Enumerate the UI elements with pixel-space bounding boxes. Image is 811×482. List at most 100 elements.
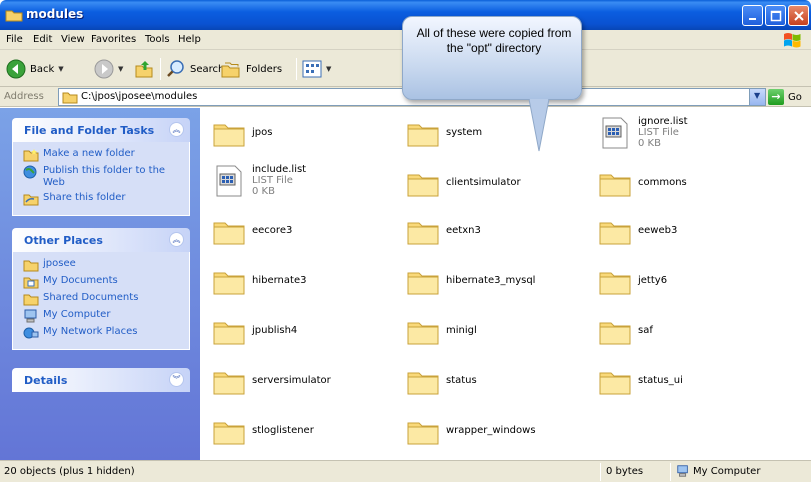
- folder-item-jpublish4[interactable]: jpublish4: [212, 314, 297, 346]
- address-label: Address: [4, 91, 44, 102]
- forward-arrow-icon: [94, 59, 114, 79]
- menu-edit[interactable]: Edit: [33, 34, 52, 45]
- chevron-up-icon[interactable]: ︽: [169, 232, 184, 247]
- back-label: Back: [30, 63, 55, 75]
- folder-item-eetxn3[interactable]: eetxn3: [406, 214, 481, 246]
- list-file-icon: [602, 117, 628, 148]
- go-button[interactable]: → Go: [768, 89, 802, 105]
- panel-body: jposee My Documents Shared Documents My …: [12, 252, 190, 350]
- chevron-down-icon: ▼: [754, 91, 761, 100]
- toolbar-separator: [296, 58, 297, 80]
- toolbar-separator: [160, 58, 161, 80]
- forward-dropdown-icon[interactable]: ▼: [118, 65, 123, 73]
- search-icon: [167, 60, 184, 77]
- folder-item-serversimulator[interactable]: serversimulator: [212, 364, 331, 396]
- chevron-up-icon[interactable]: ︽: [169, 122, 184, 137]
- file-meta: ignore.list LIST File 0 KB: [638, 116, 688, 149]
- folder-item-eeweb3[interactable]: eeweb3: [598, 214, 677, 246]
- place-label: My Network Places: [43, 326, 138, 337]
- folder-item-system[interactable]: system: [406, 116, 482, 148]
- place-shared-documents[interactable]: Shared Documents: [23, 292, 189, 306]
- file-name: eecore3: [252, 224, 293, 236]
- file-name: system: [446, 126, 483, 138]
- folder-item-saf[interactable]: saf: [598, 314, 653, 346]
- computer-icon: [676, 464, 690, 481]
- place-jposee[interactable]: jposee: [23, 258, 189, 272]
- views-button[interactable]: ▼: [302, 58, 331, 80]
- list-file-icon: [216, 165, 242, 196]
- folder-item-eecore3[interactable]: eecore3: [212, 214, 292, 246]
- details-panel: Details ︾: [12, 368, 190, 392]
- other-places-panel: Other Places ︽ jposee My Documents Share…: [12, 228, 190, 350]
- folder-icon: [213, 422, 245, 445]
- menu-favorites[interactable]: Favorites: [91, 34, 136, 45]
- folder-item-jetty6[interactable]: jetty6: [598, 264, 667, 296]
- folders-button[interactable]: Folders: [220, 58, 282, 80]
- up-folder-icon: [135, 61, 153, 78]
- menu-help[interactable]: Help: [178, 34, 201, 45]
- panel-title: Other Places: [24, 234, 103, 247]
- file-item-include-list[interactable]: include.list LIST File 0 KB: [212, 164, 306, 197]
- folder-item-commons[interactable]: commons: [598, 166, 687, 198]
- file-name: jpublish4: [252, 324, 298, 336]
- file-name: clientsimulator: [446, 176, 521, 188]
- forward-button[interactable]: ▼: [94, 58, 123, 80]
- callout-text: All of these were copied from the "opt" …: [416, 26, 572, 55]
- place-label: Shared Documents: [43, 292, 139, 303]
- status-location: My Computer: [693, 466, 761, 477]
- file-folder-tasks-panel: File and Folder Tasks ︽ Make a new folde…: [12, 118, 190, 216]
- folder-item-minigl[interactable]: minigl: [406, 314, 477, 346]
- place-my-documents[interactable]: My Documents: [23, 275, 189, 289]
- place-my-computer[interactable]: My Computer: [23, 309, 189, 323]
- task-label: Make a new folder: [43, 148, 135, 159]
- file-name: status_ui: [638, 374, 683, 386]
- file-type: LIST File: [252, 175, 293, 186]
- folder-item-status-ui[interactable]: status_ui: [598, 364, 683, 396]
- new-folder-icon: [23, 149, 39, 162]
- task-share-folder[interactable]: Share this folder: [23, 192, 189, 206]
- status-object-count: 20 objects (plus 1 hidden): [4, 466, 135, 477]
- folder-item-hibernate3-mysql[interactable]: hibernate3_mysql: [406, 264, 535, 296]
- folder-icon: [407, 272, 439, 295]
- place-my-network-places[interactable]: My Network Places: [23, 326, 189, 340]
- folder-item-hibernate3[interactable]: hibernate3: [212, 264, 306, 296]
- task-label: Publish this folder to the Web: [43, 165, 166, 188]
- folder-item-status[interactable]: status: [406, 364, 477, 396]
- shared-documents-icon: [23, 294, 39, 306]
- folder-item-wrapper-windows[interactable]: wrapper_windows: [406, 414, 536, 446]
- back-dropdown-icon[interactable]: ▼: [58, 65, 63, 73]
- file-view: jpos system ignore.list LIST File 0 KB i…: [200, 108, 811, 460]
- menu-view[interactable]: View: [61, 34, 85, 45]
- panel-header[interactable]: Details ︾: [12, 368, 190, 392]
- task-publish-folder[interactable]: Publish this folder to the Web: [23, 165, 189, 189]
- place-label: My Computer: [43, 309, 111, 320]
- up-folder-button[interactable]: [134, 58, 154, 80]
- minimize-button[interactable]: [742, 5, 763, 26]
- go-label: Go: [788, 91, 802, 103]
- file-item-ignore-list[interactable]: ignore.list LIST File 0 KB: [598, 116, 688, 149]
- search-button[interactable]: Search: [166, 58, 224, 80]
- folder-item-jpos[interactable]: jpos: [212, 116, 272, 148]
- folder-icon: [407, 372, 439, 395]
- file-name: minigl: [446, 324, 477, 336]
- close-button[interactable]: [788, 5, 809, 26]
- address-dropdown-button[interactable]: ▼: [749, 89, 765, 105]
- folder-item-stloglistener[interactable]: stloglistener: [212, 414, 314, 446]
- file-name: eeweb3: [638, 224, 678, 236]
- back-button[interactable]: Back ▼: [6, 58, 64, 80]
- file-name: saf: [638, 324, 653, 336]
- folder-item-clientsimulator[interactable]: clientsimulator: [406, 166, 521, 198]
- network-places-icon: [23, 327, 39, 339]
- panel-title: File and Folder Tasks: [24, 124, 155, 137]
- panel-header[interactable]: File and Folder Tasks ︽: [12, 118, 190, 142]
- chevron-down-icon[interactable]: ︾: [169, 372, 184, 387]
- task-make-new-folder[interactable]: Make a new folder: [23, 148, 189, 162]
- panel-header[interactable]: Other Places ︽: [12, 228, 190, 252]
- maximize-button[interactable]: [765, 5, 786, 26]
- file-name: jetty6: [638, 274, 668, 286]
- file-name: hibernate3_mysql: [446, 274, 536, 286]
- menu-tools[interactable]: Tools: [145, 34, 170, 45]
- file-name: commons: [638, 176, 687, 188]
- views-dropdown-icon[interactable]: ▼: [326, 65, 331, 73]
- menu-file[interactable]: File: [6, 34, 23, 45]
